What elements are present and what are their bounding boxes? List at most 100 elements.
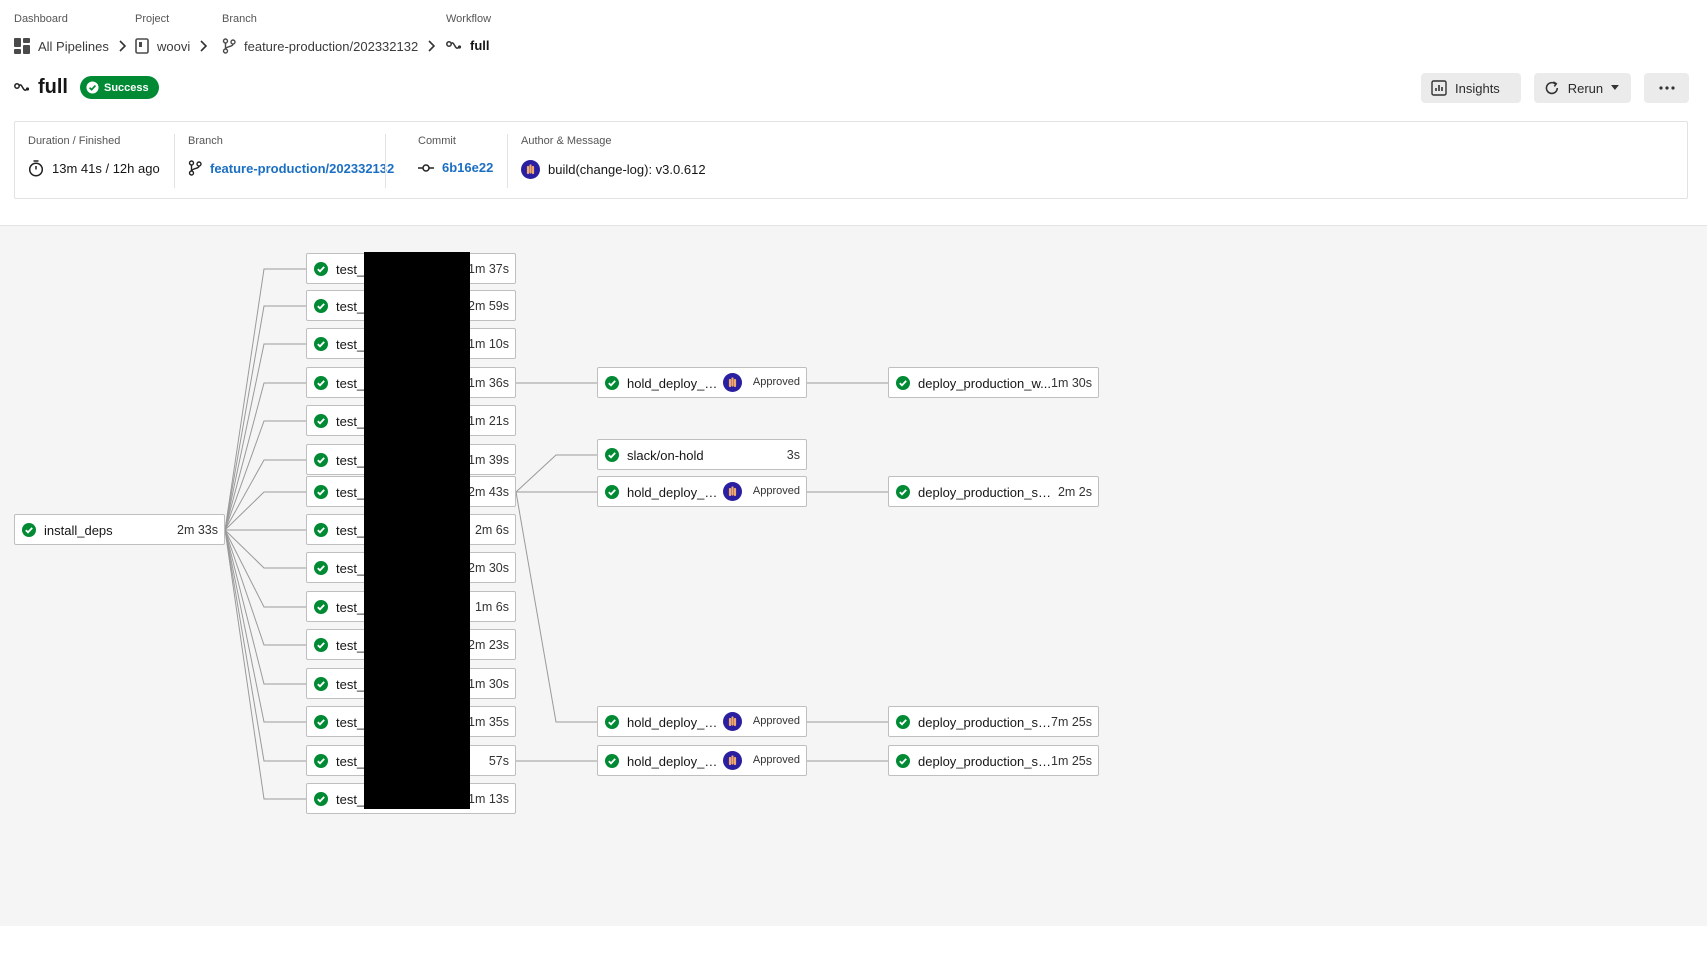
repo-icon: [135, 38, 149, 54]
duration-value: 13m 41s / 12h ago: [52, 161, 160, 176]
approval-status: Approved: [752, 485, 800, 497]
job-duration: 2m 2s: [1057, 485, 1092, 499]
status-text: Success: [104, 81, 149, 94]
insights-button[interactable]: Insights: [1421, 73, 1521, 103]
job-duration: 1m 30s: [468, 677, 509, 691]
job-duration: 2m 33s: [177, 523, 218, 537]
breadcrumb-value: All Pipelines: [38, 38, 109, 54]
job-duration: 7m 25s: [1051, 715, 1092, 729]
job-name: test_: [336, 262, 365, 277]
job-hold-approval[interactable]: hold_deploy_pr... Approved: [597, 745, 807, 776]
rerun-button[interactable]: Rerun: [1534, 73, 1631, 103]
breadcrumb-label: Dashboard: [14, 13, 68, 25]
job-duration: 1m 6s: [474, 600, 509, 614]
success-check-icon: [314, 299, 328, 313]
breadcrumb-label: Workflow: [446, 13, 492, 25]
success-check-icon: [314, 453, 328, 467]
job-duration: 2m 59s: [468, 299, 509, 313]
status-badge: Success: [80, 76, 159, 99]
job-name: test_: [336, 299, 365, 314]
commit-message: build(change-log): v3.0.612: [548, 162, 706, 177]
more-options-button[interactable]: [1644, 73, 1689, 103]
breadcrumb-dashboard[interactable]: Dashboard All Pipelines: [14, 12, 126, 54]
breadcrumb-project[interactable]: Project woovi: [135, 12, 208, 54]
job-hold-approval[interactable]: hold_deploy_pr... Approved: [597, 706, 807, 737]
workflow-summary: Duration / Finished 13m 41s / 12h ago Br…: [14, 121, 1688, 199]
check-circle-icon: [86, 81, 99, 94]
workflow-header: full Success: [14, 76, 159, 99]
breadcrumb-branch[interactable]: Branch feature-production/202332132: [222, 12, 436, 54]
success-check-icon: [314, 792, 328, 806]
success-check-icon: [314, 523, 328, 537]
breadcrumb-workflow[interactable]: Workflow full: [446, 12, 491, 53]
success-check-icon: [314, 262, 328, 276]
success-check-icon: [896, 754, 910, 768]
success-check-icon: [605, 485, 619, 499]
more-horizontal-icon: [1658, 86, 1675, 90]
header-actions: Insights Rerun: [1408, 73, 1689, 103]
job-name: test_: [336, 715, 365, 730]
chevron-right-icon: [200, 40, 208, 52]
commit-section: Commit 6b16e22: [418, 134, 493, 190]
branch-icon: [188, 160, 202, 176]
avatar: [723, 482, 742, 501]
job-install-deps[interactable]: install_deps 2m 33s: [14, 514, 225, 545]
rerun-label: Rerun: [1567, 80, 1604, 96]
success-check-icon: [314, 754, 328, 768]
branch-label: Branch: [188, 135, 223, 147]
job-name: hold_deploy_pr...: [627, 754, 723, 769]
workflow-icon: [446, 40, 462, 49]
job-slack-on-hold[interactable]: slack/on-hold 3s: [597, 439, 807, 470]
job-name: test_: [336, 337, 365, 352]
divider: [507, 134, 508, 188]
job-name: test_: [336, 600, 365, 615]
breadcrumb-value: full: [470, 38, 490, 53]
job-name: test_: [336, 485, 365, 500]
avatar: [723, 751, 742, 770]
breadcrumb-label: Project: [135, 13, 170, 25]
job-deploy[interactable]: deploy_production_se... 7m 25s: [888, 706, 1099, 737]
avatar: [723, 373, 742, 392]
branch-link[interactable]: feature-production/202332132: [210, 161, 394, 176]
job-name: test_: [336, 638, 365, 653]
job-duration: 1m 13s: [468, 792, 509, 806]
graph-edges: [224, 268, 888, 800]
success-check-icon: [314, 638, 328, 652]
job-duration: 2m 43s: [468, 485, 509, 499]
job-name: test_: [336, 754, 365, 769]
job-deploy[interactable]: deploy_production_w... 1m 30s: [888, 367, 1099, 398]
job-name: test_: [336, 376, 365, 391]
job-name: test_: [336, 523, 365, 538]
job-name: install_deps: [44, 523, 113, 538]
chart-icon: [1431, 80, 1447, 96]
workflow-icon: [14, 82, 30, 91]
refresh-icon: [1545, 81, 1559, 95]
job-deploy[interactable]: deploy_production_sh... 1m 25s: [888, 745, 1099, 776]
job-name: deploy_production_sh...: [918, 754, 1052, 769]
job-name: deploy_production_se...: [918, 715, 1052, 730]
job-name: hold_deploy_pr...: [627, 376, 723, 391]
success-check-icon: [314, 414, 328, 428]
success-check-icon: [896, 715, 910, 729]
job-hold-approval[interactable]: hold_deploy_pr... Approved: [597, 476, 807, 507]
caret-down-icon: [1611, 85, 1619, 90]
job-duration: 1m 30s: [1051, 376, 1092, 390]
timer-icon: [28, 160, 44, 177]
avatar: [723, 712, 742, 731]
success-check-icon: [314, 561, 328, 575]
job-duration: 3s: [786, 448, 800, 462]
duration-section: Duration / Finished 13m 41s / 12h ago: [28, 134, 160, 190]
author-section: Author & Message build(change-log): v3.0…: [521, 134, 706, 190]
duration-label: Duration / Finished: [28, 135, 121, 147]
breadcrumb-value: feature-production/202332132: [244, 38, 419, 54]
job-name: test_: [336, 561, 365, 576]
divider: [385, 134, 386, 188]
job-duration: 1m 25s: [1051, 754, 1092, 768]
insights-label: Insights: [1455, 80, 1500, 96]
success-check-icon: [314, 600, 328, 614]
chevron-right-icon: [119, 40, 126, 52]
job-hold-approval[interactable]: hold_deploy_pr... Approved: [597, 367, 807, 398]
commit-link[interactable]: 6b16e22: [442, 160, 493, 175]
job-duration: 1m 10s: [468, 337, 509, 351]
job-deploy[interactable]: deploy_production_ser... 2m 2s: [888, 476, 1099, 507]
